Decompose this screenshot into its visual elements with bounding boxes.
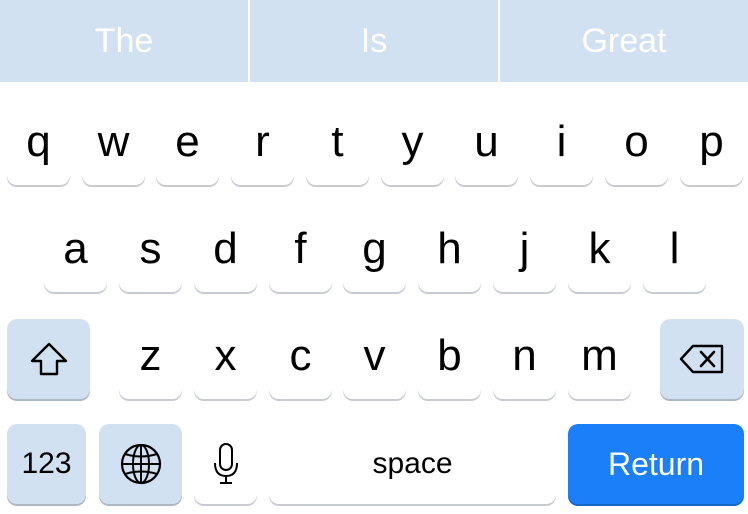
- key-m[interactable]: m: [568, 319, 631, 399]
- suggestion-bar: The Is Great: [0, 0, 748, 82]
- key-l[interactable]: l: [643, 212, 706, 292]
- key-w[interactable]: w: [82, 105, 145, 185]
- key-o[interactable]: o: [605, 105, 668, 185]
- key-p[interactable]: p: [680, 105, 743, 185]
- suggestion-3[interactable]: Great: [500, 0, 748, 82]
- key-k[interactable]: k: [568, 212, 631, 292]
- key-y[interactable]: y: [381, 105, 444, 185]
- shift-key[interactable]: [7, 319, 90, 399]
- microphone-icon: [212, 442, 240, 486]
- key-i[interactable]: i: [530, 105, 593, 185]
- key-u[interactable]: u: [455, 105, 518, 185]
- key-q[interactable]: q: [7, 105, 70, 185]
- suggestion-2[interactable]: Is: [250, 0, 498, 82]
- backspace-key[interactable]: [660, 319, 744, 399]
- suggestion-1[interactable]: The: [0, 0, 248, 82]
- key-x[interactable]: x: [194, 319, 257, 399]
- key-b[interactable]: b: [418, 319, 481, 399]
- key-n[interactable]: n: [493, 319, 556, 399]
- key-t[interactable]: t: [306, 105, 369, 185]
- key-r[interactable]: r: [231, 105, 294, 185]
- key-c[interactable]: c: [269, 319, 332, 399]
- space-key[interactable]: space: [269, 424, 556, 504]
- key-s[interactable]: s: [119, 212, 182, 292]
- key-a[interactable]: a: [44, 212, 107, 292]
- key-z[interactable]: z: [119, 319, 182, 399]
- key-d[interactable]: d: [194, 212, 257, 292]
- dictation-key[interactable]: [194, 424, 257, 504]
- key-f[interactable]: f: [269, 212, 332, 292]
- return-key[interactable]: Return: [568, 424, 744, 504]
- backspace-icon: [678, 343, 726, 375]
- globe-icon: [119, 442, 163, 486]
- key-v[interactable]: v: [343, 319, 406, 399]
- shift-arrow-icon: [29, 341, 69, 377]
- globe-key[interactable]: [99, 424, 182, 504]
- numbers-key[interactable]: 123: [7, 424, 86, 504]
- key-e[interactable]: e: [156, 105, 219, 185]
- key-j[interactable]: j: [493, 212, 556, 292]
- key-g[interactable]: g: [343, 212, 406, 292]
- key-h[interactable]: h: [418, 212, 481, 292]
